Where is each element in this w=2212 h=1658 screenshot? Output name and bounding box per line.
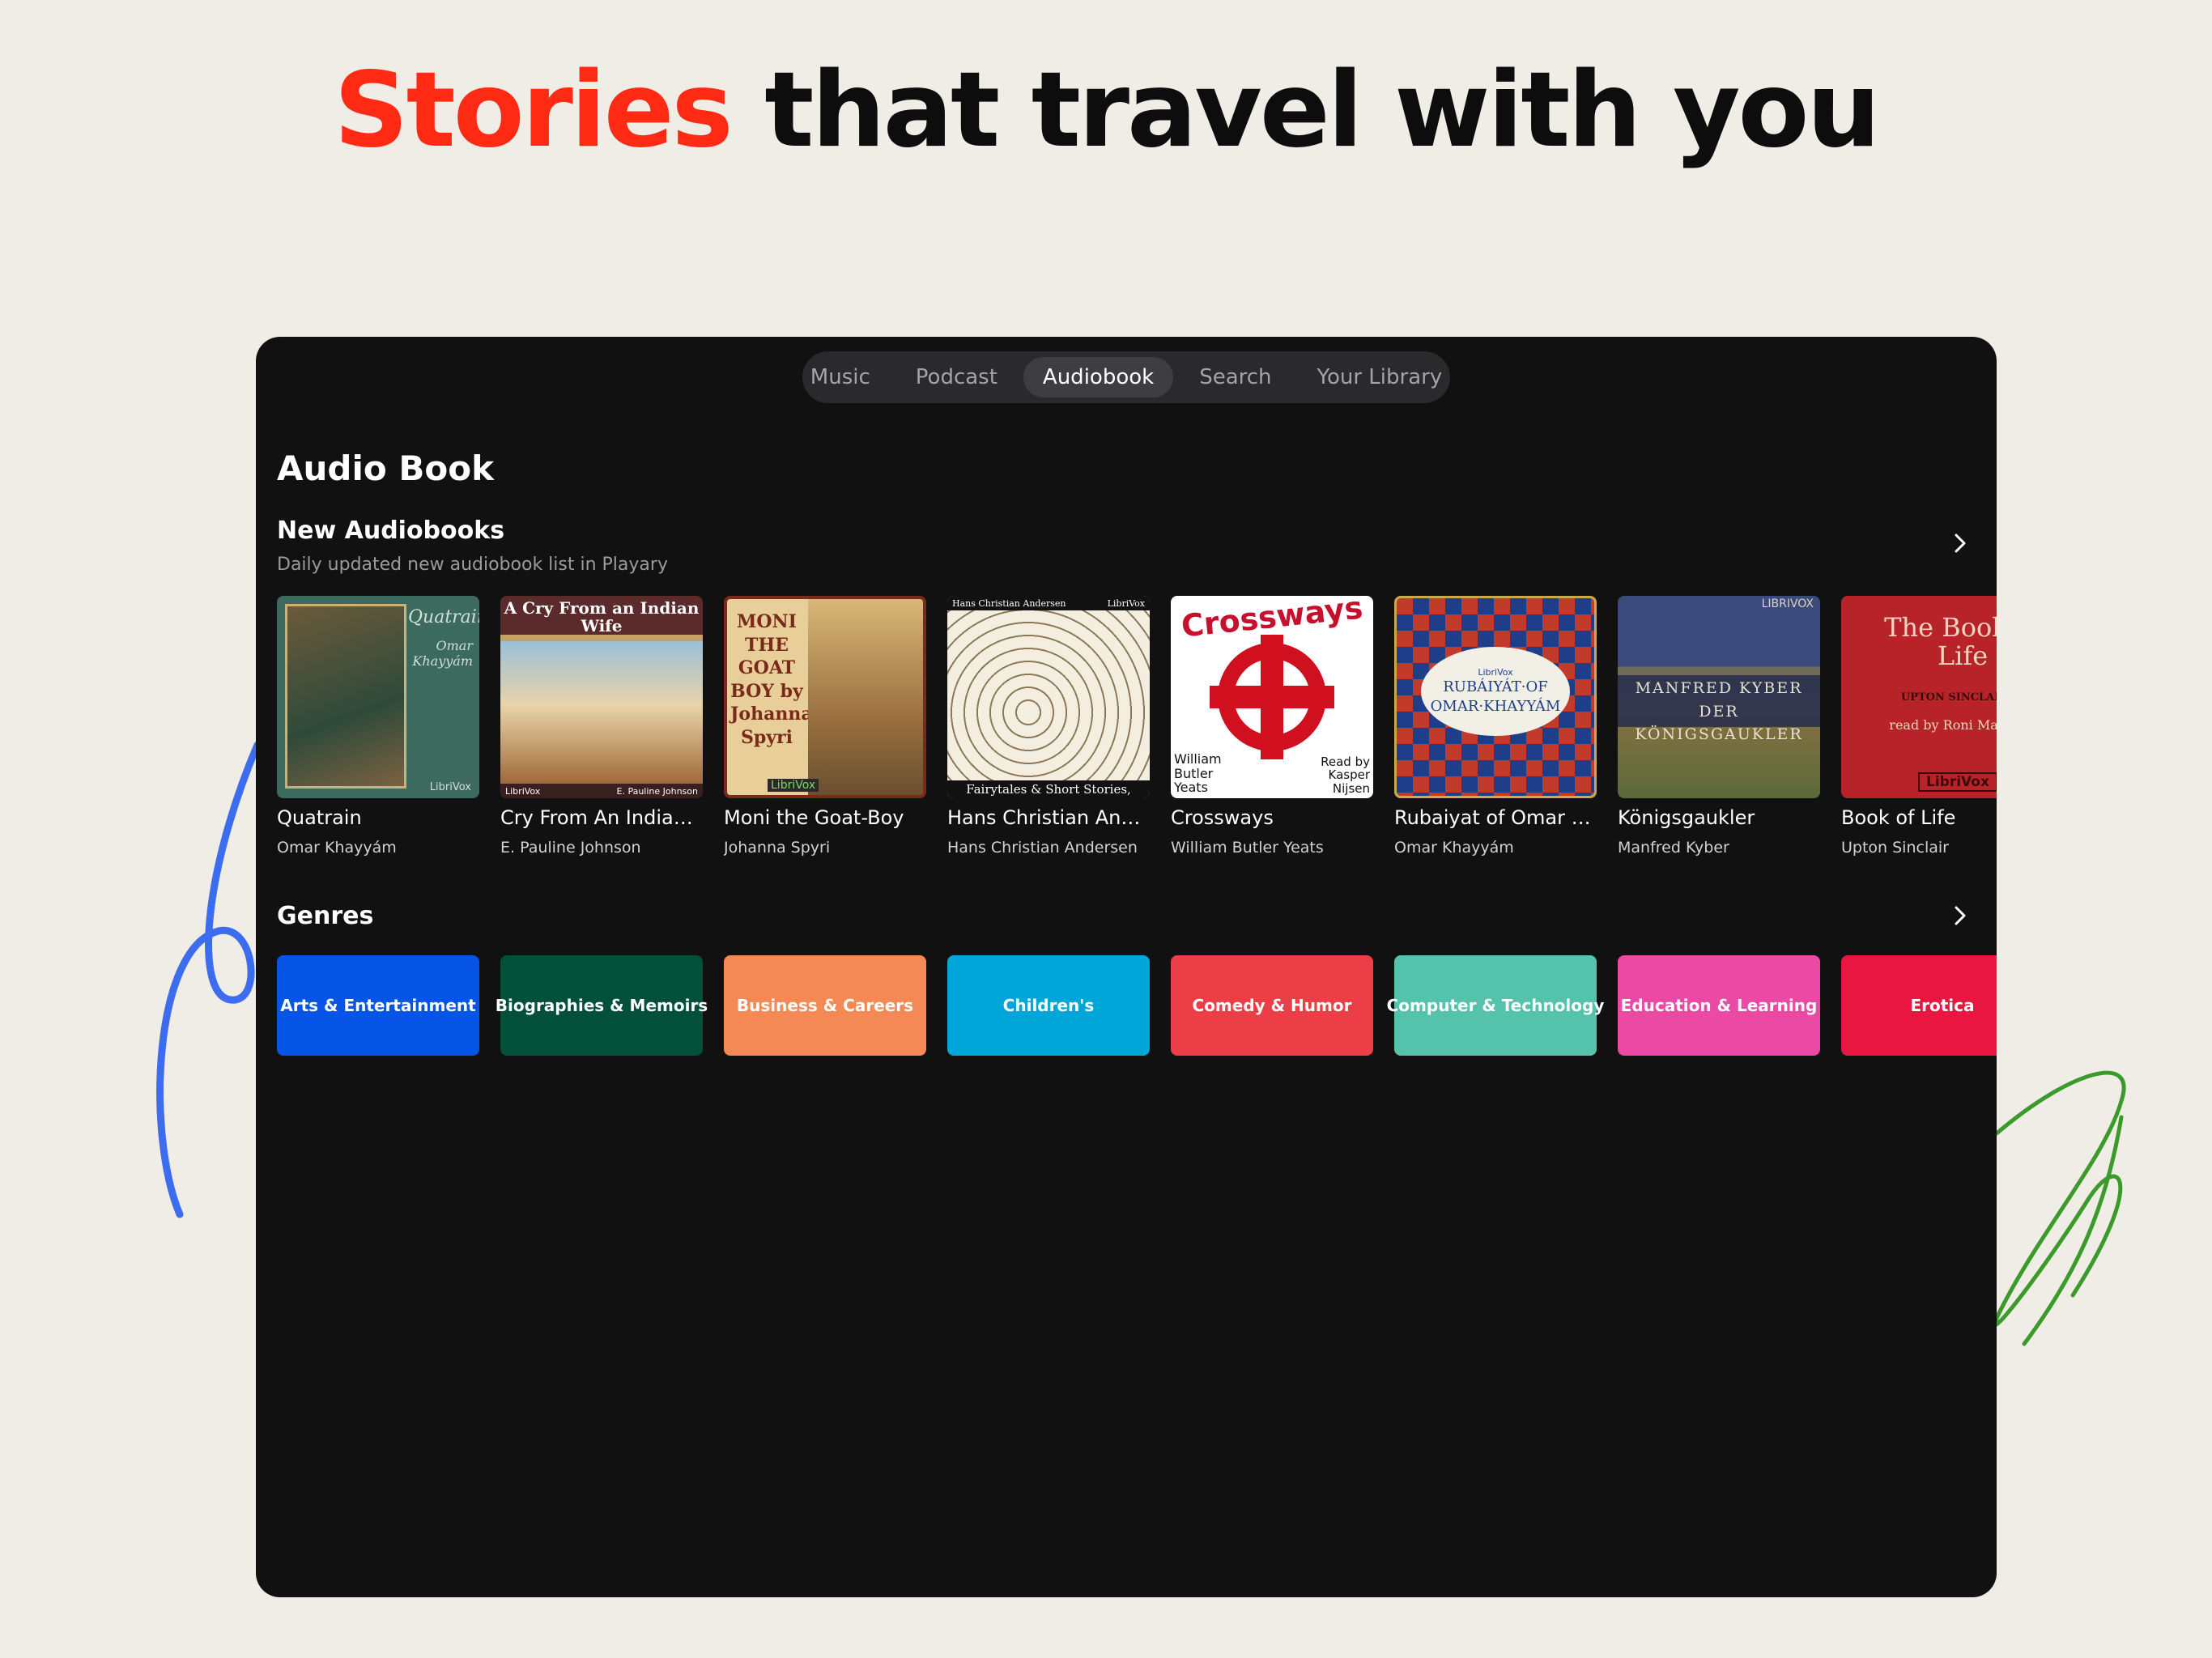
tab-audiobook[interactable]: Audiobook [1023,357,1174,397]
genre-arts-entertainment[interactable]: Arts & Entertainment [277,955,479,1056]
cover-title: A Cry From an Indian Wife [504,598,700,636]
green-squiggle-icon [1993,1070,2126,1346]
new-audiobooks-subtitle: Daily updated new audiobook list in Play… [277,555,668,575]
book-cover: MONI THE GOAT BOY by Johanna Spyri Libri… [724,596,926,798]
cover-title: Quatrain [408,607,479,627]
cover-author: Hans Christian Andersen [952,597,1066,609]
cover-reader: Read by Kasper Nijsen [1321,754,1370,796]
new-audiobooks-header: New Audiobooks Daily updated new audiobo… [277,517,1976,575]
book-title: Moni the Goat-Boy [724,806,904,829]
cover-brand: LibriVox [768,779,819,792]
audiobook-card[interactable]: A Cry From an Indian Wife LibriVox E. Pa… [500,596,703,857]
tab-podcast[interactable]: Podcast [896,357,1017,397]
cover-author: Omar Khayyám [412,638,473,669]
app-window: Music Podcast Audiobook Search Your Libr… [256,337,1997,1597]
tab-bar: Music Podcast Audiobook Search Your Libr… [802,351,1450,403]
headline: Stories that travel with you [0,49,2212,173]
cover-author: UPTON SINCLAIR [1900,691,1997,704]
cover-brand: LIBRIVOX [1761,597,1814,610]
genre-computer-technology[interactable]: Computer & Technology [1387,955,1604,1056]
tab-your-library[interactable]: Your Library [1298,357,1462,397]
tab-search[interactable]: Search [1180,357,1291,397]
book-cover: LibriVox RUBÁIYÁT·OF OMAR·KHAYYÁM [1394,596,1597,798]
cover-author: E. Pauline Johnson [616,785,699,797]
chevron-right-icon[interactable] [1950,533,1971,554]
cover-brand: LibriVox [1107,597,1145,609]
cover-reader: read by Roni Macza [1889,717,1997,733]
genres-header: Genres [277,902,1976,930]
page-title: Audio Book [277,449,494,488]
book-author: Manfred Kyber [1618,839,1729,857]
cover-footer: LibriVox E. Pauline Johnson [500,784,703,798]
book-title: Königsgaukler [1618,806,1755,829]
cover-title: MANFRED KYBER DER KÖNIGSGAUKLER [1635,679,1803,743]
book-author: Upton Sinclair [1841,839,1949,857]
book-cover: Quatrain Omar Khayyám LibriVox [277,596,479,798]
cover-brand: LibriVox [1478,667,1513,678]
cover-header: Hans Christian Andersen LibriVox [947,596,1150,610]
book-author: Hans Christian Andersen [947,839,1138,857]
genre-list: Arts & Entertainment Biographies & Memoi… [277,955,1997,1056]
audiobook-card[interactable]: MONI THE GOAT BOY by Johanna Spyri Libri… [724,596,926,857]
audiobook-card[interactable]: LibriVox RUBÁIYÁT·OF OMAR·KHAYYÁM Rubaiy… [1394,596,1597,857]
cover-title: Fairytales & Short Stories, Volume 2 [947,780,1150,798]
book-title: Hans Christian Andersen [947,806,1150,829]
book-author: William Butler Yeats [1171,839,1324,857]
book-author: Omar Khayyám [1394,839,1514,857]
book-cover: A Cry From an Indian Wife LibriVox E. Pa… [500,596,703,798]
genre-comedy-humor[interactable]: Comedy & Humor [1171,955,1373,1056]
cover-panel: LibriVox RUBÁIYÁT·OF OMAR·KHAYYÁM [1421,647,1570,736]
genre-business-careers[interactable]: Business & Careers [724,955,926,1056]
book-author: Omar Khayyám [277,839,397,857]
audiobook-card[interactable]: LIBRIVOX MANFRED KYBER DER KÖNIGSGAUKLER… [1618,596,1820,857]
genres-title: Genres [277,902,374,930]
cover-illustration [947,610,1150,780]
book-title: Cry From An Indian Wife [500,806,703,829]
book-title: Book of Life [1841,806,1956,829]
book-cover: The Book of Life UPTON SINCLAIR read by … [1841,596,1997,798]
cover-brand: LibriVox [429,781,471,793]
promo-page: Stories that travel with you Music Podca… [0,0,2212,1658]
blue-squiggle-icon [156,741,262,1218]
genre-erotica[interactable]: Erotica [1841,955,1997,1056]
book-title: Rubaiyat of Omar Khayyám [1394,806,1597,829]
cover-author: William Butler Yeats [1174,751,1222,796]
book-title: Crossways [1171,806,1274,829]
audiobook-card[interactable]: The Book of Life UPTON SINCLAIR read by … [1841,596,1997,857]
cover-title: The Book of Life [1884,612,1997,672]
genre-childrens[interactable]: Children's [947,955,1150,1056]
book-cover: Hans Christian Andersen LibriVox Fairyta… [947,596,1150,798]
book-cover: Crossways William Butler Yeats Read by K… [1171,596,1373,798]
audiobook-card[interactable]: Hans Christian Andersen LibriVox Fairyta… [947,596,1150,857]
audiobook-card[interactable]: Crossways William Butler Yeats Read by K… [1171,596,1373,857]
cover-title: RUBÁIYÁT·OF OMAR·KHAYYÁM [1430,678,1561,715]
cross-horizontal [1210,686,1334,708]
genre-education-learning[interactable]: Education & Learning [1618,955,1820,1056]
cover-title: MONI THE GOAT BOY by Johanna Spyri [730,611,813,748]
book-title: Quatrain [277,806,362,829]
tab-music[interactable]: Music [791,357,890,397]
headline-accent: Stories [334,50,733,171]
headline-rest: that travel with you [764,50,1880,171]
genre-biographies-memoirs[interactable]: Biographies & Memoirs [496,955,708,1056]
audiobook-card[interactable]: Quatrain Omar Khayyám LibriVox Quatrain … [277,596,479,857]
book-author: Johanna Spyri [724,839,831,857]
audiobook-list: Quatrain Omar Khayyám LibriVox Quatrain … [277,596,1997,857]
cover-illustration [285,604,406,789]
book-author: E. Pauline Johnson [500,839,641,857]
cover-illustration [808,599,923,795]
cover-illustration [500,641,703,784]
new-audiobooks-title: New Audiobooks [277,517,505,545]
cover-brand: LibriVox [505,785,541,797]
book-cover: LIBRIVOX MANFRED KYBER DER KÖNIGSGAUKLER [1618,596,1820,798]
chevron-right-icon[interactable] [1950,905,1971,926]
cover-brand: LibriVox [1918,772,1997,792]
